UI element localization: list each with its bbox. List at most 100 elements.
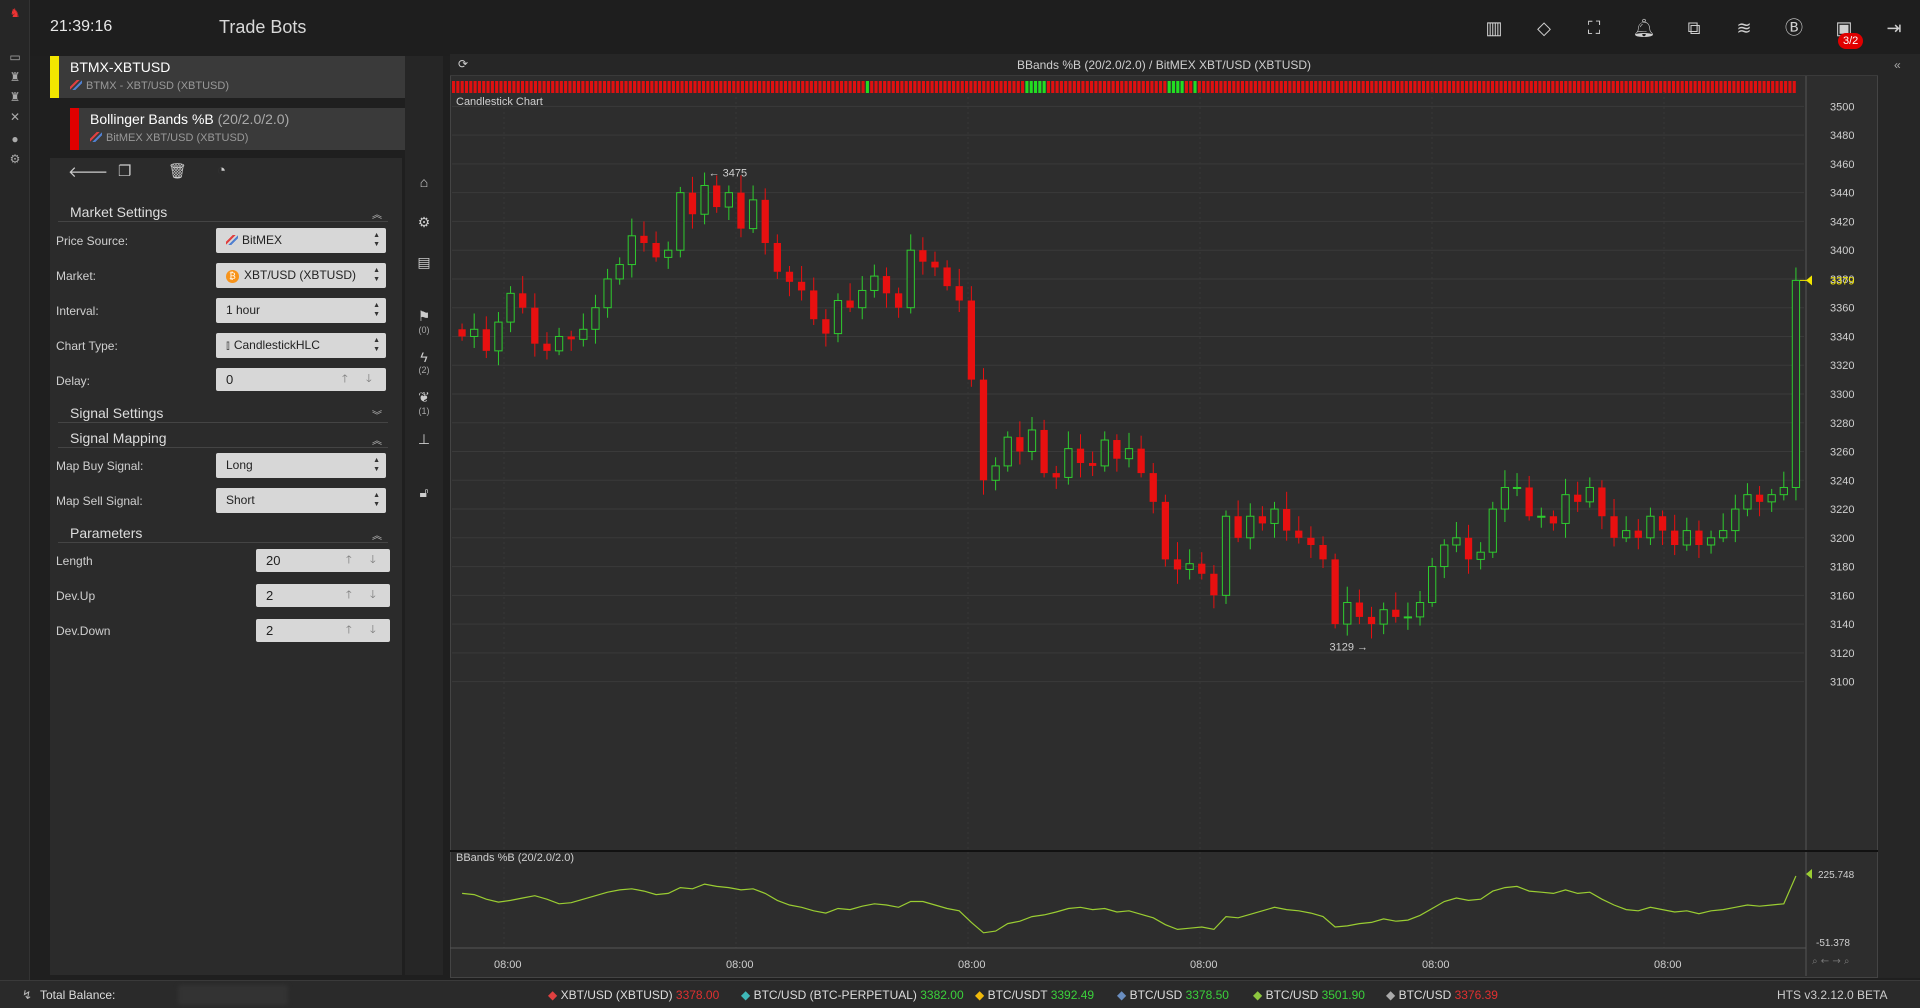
collapse-icon[interactable]: ︽ xyxy=(372,432,382,447)
tag-icon[interactable]: ◇ xyxy=(1531,16,1557,40)
ticker-item[interactable]: ◆ BTC/USD (BTC-PERPETUAL) 3382.00 xyxy=(741,988,964,1002)
increment-icon[interactable]: 🡑 xyxy=(346,619,352,642)
ticker-item[interactable]: ◆ XBT/USD (XBTUSD) 3378.00 xyxy=(548,988,719,1002)
trophy-icon[interactable]: ♜ xyxy=(7,70,23,84)
unlock-icon[interactable]: 🔓︎ xyxy=(405,484,443,501)
select-arrows-icon: ▲ ▼ xyxy=(373,302,380,318)
delay-input[interactable]: 0 🡑 🡓 xyxy=(216,368,386,391)
copy-icon[interactable]: ❐ xyxy=(118,162,131,180)
logout-icon[interactable]: ⇥ xyxy=(1881,16,1907,40)
decrement-icon[interactable]: 🡓 xyxy=(370,584,376,607)
bell-icon[interactable]: 🔔︎ xyxy=(1631,16,1657,40)
candle-body xyxy=(1598,487,1606,517)
monitor-icon[interactable]: ▭ xyxy=(7,50,23,64)
sitemap-icon[interactable]: ⊥ xyxy=(405,431,443,448)
dev-up-label: Dev.Up xyxy=(56,589,96,603)
bitmex-icon xyxy=(90,132,102,142)
price-source-select[interactable]: BitMEX ▲ ▼ xyxy=(216,228,386,253)
ticker-item[interactable]: ◆ BTC/USD 3376.39 xyxy=(1386,988,1498,1002)
increment-icon[interactable]: 🡑 xyxy=(346,549,352,572)
low-price-marker: 3129 → xyxy=(1330,641,1369,653)
candle-body xyxy=(1379,609,1388,625)
decrement-icon[interactable]: 🡓 xyxy=(370,619,376,642)
home-icon[interactable]: ⌂ xyxy=(405,174,443,190)
user-icon[interactable]: ● xyxy=(7,132,23,146)
price-chart[interactable]: 3500348034603440342034003380336033403320… xyxy=(450,76,1878,976)
x-tick-label: 08:00 xyxy=(1190,959,1218,971)
candle-body xyxy=(822,319,830,334)
y-tick-label: 3320 xyxy=(1830,360,1854,372)
lightning-icon[interactable]: ϟ (2) xyxy=(405,349,443,375)
map-icon[interactable]: ▥ xyxy=(1481,16,1507,40)
candle-body xyxy=(1295,530,1303,538)
leaf-exchange-icon: ◆ xyxy=(1253,988,1266,1002)
candle-body xyxy=(1634,530,1642,538)
candle-body xyxy=(1512,486,1522,489)
candle-body xyxy=(1646,515,1655,539)
divider xyxy=(58,221,388,222)
expand-left-icon[interactable]: « xyxy=(1894,58,1901,72)
candle-body xyxy=(700,184,709,215)
candle-body xyxy=(1040,429,1048,474)
bot-item-bollinger[interactable]: Bollinger Bands %B (20/2.0/2.0) BitMEX X… xyxy=(70,108,425,150)
ticker-item[interactable]: ◆ BTC/USD 3378.50 xyxy=(1117,988,1229,1002)
indicator-bottom-value: -51.378 xyxy=(1816,938,1850,949)
y-tick-label: 3120 xyxy=(1830,648,1854,660)
candle-body xyxy=(1161,501,1170,560)
length-input[interactable]: 20 🡑 🡓 xyxy=(256,549,390,572)
y-tick-label: 3200 xyxy=(1830,533,1854,545)
market-settings-title[interactable]: Market Settings xyxy=(70,204,167,220)
app-logo-icon[interactable]: ♞ xyxy=(7,6,23,20)
increment-icon[interactable]: 🡑 xyxy=(342,368,348,391)
leaf-icon[interactable]: ❦ (1) xyxy=(405,389,443,416)
interval-select[interactable]: 1 hour ▲ ▼ xyxy=(216,298,386,323)
expand-icon[interactable]: ︾ xyxy=(372,407,382,422)
last-price-label: 3379 xyxy=(1830,275,1854,287)
flag-icon[interactable]: ⚑ (0) xyxy=(405,308,443,335)
bot-item-btmx[interactable]: BTMX-XBTUSD BTMX - XBT/USD (XBTUSD) xyxy=(50,56,425,98)
total-balance-label: Total Balance: xyxy=(40,988,116,1002)
coins-icon[interactable]: ≋ xyxy=(1731,16,1757,40)
chart-type-label: Chart Type: xyxy=(56,339,118,353)
bitcoin-sync-icon[interactable]: Ⓑ xyxy=(1781,16,1807,40)
parameters-title[interactable]: Parameters xyxy=(70,525,142,541)
x-tick-label: 08:00 xyxy=(958,959,986,971)
decrement-icon[interactable]: 🡓 xyxy=(366,368,372,391)
screenshot-icon[interactable]: ⛶ xyxy=(1581,16,1607,40)
map-buy-signal-select[interactable]: Long ▲ ▼ xyxy=(216,453,386,478)
chart-type-select[interactable]: ⫾ CandlestickHLC ▲ ▼ xyxy=(216,333,386,358)
clock: 21:39:16 xyxy=(50,18,113,35)
tools-icon[interactable]: ✕ xyxy=(7,110,23,124)
chart-nav-icons: ⌕ ← → ⌕ xyxy=(1812,956,1850,967)
status-bar: ↯ Total Balance: ◆ XBT/USD (XBTUSD) 3378… xyxy=(0,980,1920,1008)
map-sell-signal-select[interactable]: Short ▲ ▼ xyxy=(216,488,386,513)
dev-up-input[interactable]: 2 🡑 🡓 xyxy=(256,584,390,607)
ticket-icon[interactable]: ⧉ xyxy=(1681,16,1707,40)
y-tick-label: 3420 xyxy=(1830,216,1854,228)
trophy-alt-icon[interactable]: ♜ xyxy=(7,90,23,104)
candle-body xyxy=(494,321,503,352)
gears-icon[interactable]: ⚙ xyxy=(405,214,443,231)
collapse-icon[interactable]: ︽ xyxy=(372,527,382,542)
back-icon[interactable]: 🡐 xyxy=(68,162,108,181)
collapse-icon[interactable]: ︽ xyxy=(372,206,382,221)
decrement-icon[interactable]: 🡓 xyxy=(370,549,376,572)
market-select[interactable]: ₿ XBT/USD (XBTUSD) ▲ ▼ xyxy=(216,263,386,288)
cogs-icon[interactable]: ⚙ xyxy=(7,152,23,166)
ticker-item[interactable]: ◆ BTC/USD 3501.90 xyxy=(1253,988,1365,1002)
trash-icon[interactable]: 🗑︎ xyxy=(168,162,187,180)
ticker-item[interactable]: ◆ BTC/USDT 3392.49 xyxy=(975,988,1094,1002)
candle-body xyxy=(1585,486,1594,503)
candle-body xyxy=(870,275,879,291)
increment-icon[interactable]: 🡑 xyxy=(346,584,352,607)
money-icon[interactable]: ▤ xyxy=(405,254,443,271)
signal-mapping-title[interactable]: Signal Mapping xyxy=(70,430,167,446)
dev-down-input[interactable]: 2 🡑 🡓 xyxy=(256,619,390,642)
candle-body xyxy=(1221,515,1231,596)
dashboard-icon[interactable]: ◔ xyxy=(217,162,226,179)
ticker-name: BTC/USD (BTC-PERPETUAL) xyxy=(753,988,921,1002)
candle-body xyxy=(543,343,551,351)
candle-body xyxy=(1488,508,1497,553)
y-tick-label: 3220 xyxy=(1830,504,1854,516)
signal-settings-title[interactable]: Signal Settings xyxy=(70,405,163,421)
